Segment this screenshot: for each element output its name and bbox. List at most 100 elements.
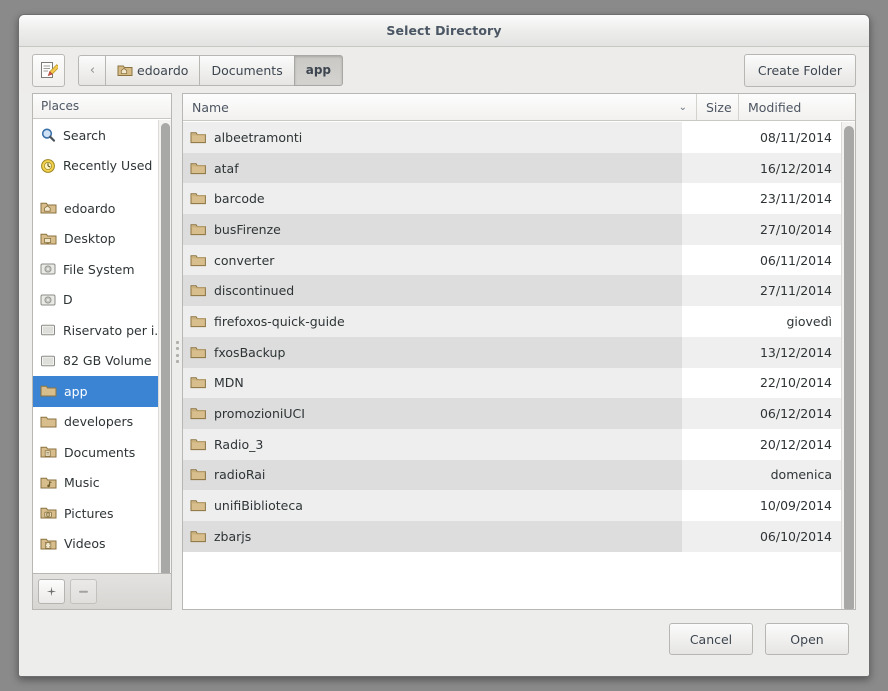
cell-name: Radio_3 bbox=[183, 429, 682, 460]
pictures-folder-icon bbox=[40, 505, 57, 521]
table-row[interactable]: Radio_320/12/2014 bbox=[183, 429, 841, 460]
table-row[interactable]: unifiBiblioteca10/09/2014 bbox=[183, 490, 841, 521]
sidebar-item-pictures[interactable]: Pictures bbox=[33, 498, 171, 529]
sidebar-item-label: Videos bbox=[64, 536, 106, 551]
cell-size bbox=[682, 398, 724, 429]
sidebar-item-edoardo[interactable]: edoardo bbox=[33, 193, 171, 224]
file-name-label: MDN bbox=[214, 375, 244, 390]
cell-size bbox=[682, 337, 724, 368]
places-header-label: Places bbox=[41, 99, 79, 113]
type-filename-button[interactable] bbox=[32, 54, 65, 87]
page-title: Select Directory bbox=[386, 23, 501, 38]
dialog-footer: Cancel Open bbox=[19, 610, 869, 676]
table-row[interactable]: promozioniUCI06/12/2014 bbox=[183, 398, 841, 429]
sidebar-item-label: edoardo bbox=[64, 201, 115, 216]
sidebar-item-recently-used[interactable]: Recently Used bbox=[33, 151, 171, 182]
places-scrollbar-thumb[interactable] bbox=[161, 123, 170, 574]
sidebar-item-file-system[interactable]: File System bbox=[33, 254, 171, 285]
sidebar-item-desktop[interactable]: Desktop bbox=[33, 224, 171, 255]
table-row[interactable]: fxosBackup13/12/2014 bbox=[183, 337, 841, 368]
file-list-rows[interactable]: albeetramonti08/11/2014ataf16/12/2014bar… bbox=[183, 122, 841, 609]
file-name-label: Radio_3 bbox=[214, 437, 263, 452]
file-folder-icon bbox=[190, 437, 207, 452]
cancel-label: Cancel bbox=[690, 632, 732, 647]
sidebar-item-label: Documents bbox=[64, 445, 135, 460]
cell-modified: 27/10/2014 bbox=[724, 214, 841, 245]
create-folder-button[interactable]: Create Folder bbox=[744, 54, 856, 87]
table-row[interactable]: converter 06/11/2014 bbox=[183, 245, 841, 276]
path-back-button[interactable]: ‹ bbox=[78, 55, 106, 86]
cell-name: converter bbox=[183, 245, 682, 276]
cancel-button[interactable]: Cancel bbox=[669, 623, 753, 655]
breadcrumb-label: app bbox=[306, 63, 331, 77]
file-folder-icon bbox=[190, 498, 207, 513]
sidebar-item-riservato-per-i[interactable]: Riservato per i... bbox=[33, 315, 171, 346]
documents-folder-icon bbox=[40, 444, 57, 460]
cell-modified: 06/11/2014 bbox=[724, 245, 841, 276]
cell-modified: 08/11/2014 bbox=[724, 122, 841, 153]
table-row[interactable]: MDN22/10/2014 bbox=[183, 368, 841, 399]
path-toolbar: ‹ edoardo Documents app Create Folder bbox=[19, 47, 869, 93]
cell-name: discontinued bbox=[183, 275, 682, 306]
volume-icon bbox=[40, 353, 56, 369]
column-header-size-label: Size bbox=[706, 100, 732, 115]
chevron-down-icon: ⌄ bbox=[679, 102, 687, 113]
sidebar-item-label: Pictures bbox=[64, 506, 114, 521]
cell-name: barcode bbox=[183, 183, 682, 214]
sidebar-item-music[interactable]: Music bbox=[33, 468, 171, 499]
table-row[interactable]: busFirenze27/10/2014 bbox=[183, 214, 841, 245]
cell-size bbox=[682, 245, 724, 276]
breadcrumb-documents[interactable]: Documents bbox=[199, 55, 294, 86]
cell-name: promozioniUCI bbox=[183, 398, 682, 429]
drive-icon bbox=[40, 261, 56, 277]
cell-modified: giovedì bbox=[724, 306, 841, 337]
remove-bookmark-button[interactable] bbox=[70, 579, 97, 604]
places-list[interactable]: SearchRecently Used edoardo Desktop File Sy… bbox=[33, 120, 171, 573]
minus-icon bbox=[77, 585, 90, 598]
cell-name: MDN bbox=[183, 368, 682, 399]
cell-modified: 27/11/2014 bbox=[724, 275, 841, 306]
sidebar-item-app[interactable]: app bbox=[33, 376, 171, 407]
table-row[interactable]: barcode23/11/2014 bbox=[183, 183, 841, 214]
sidebar-item-label: Desktop bbox=[64, 231, 116, 246]
column-header-name-label: Name bbox=[192, 100, 229, 115]
file-folder-icon bbox=[190, 375, 207, 390]
table-row[interactable]: firefoxos-quick-guidegiovedì bbox=[183, 306, 841, 337]
cell-size bbox=[682, 460, 724, 491]
breadcrumb-app[interactable]: app bbox=[294, 55, 343, 86]
column-header-name[interactable]: Name ⌄ bbox=[183, 94, 696, 120]
sidebar-item-documents[interactable]: Documents bbox=[33, 437, 171, 468]
table-row[interactable]: discontinued 27/11/2014 bbox=[183, 275, 841, 306]
column-header-modified[interactable]: Modified bbox=[738, 94, 855, 120]
file-folder-icon bbox=[190, 161, 207, 176]
table-row[interactable]: zbarjs06/10/2014 bbox=[183, 521, 841, 552]
sidebar-item-82-gb-volume[interactable]: 82 GB Volume bbox=[33, 346, 171, 377]
file-folder-icon bbox=[190, 406, 207, 421]
plus-icon bbox=[45, 585, 58, 598]
cell-modified: 10/09/2014 bbox=[724, 490, 841, 521]
home-folder-icon bbox=[40, 200, 57, 216]
table-row[interactable]: radioRaidomenica bbox=[183, 460, 841, 491]
file-name-label: radioRai bbox=[214, 467, 265, 482]
cell-name: zbarjs bbox=[183, 521, 682, 552]
table-row[interactable]: albeetramonti08/11/2014 bbox=[183, 122, 841, 153]
sidebar-item-developers[interactable]: developers bbox=[33, 407, 171, 438]
sidebar-item-videos[interactable]: Videos bbox=[33, 529, 171, 560]
open-button[interactable]: Open bbox=[765, 623, 849, 655]
places-separator bbox=[33, 181, 171, 193]
column-header-size[interactable]: Size bbox=[696, 94, 738, 120]
sidebar-item-search[interactable]: Search bbox=[33, 120, 171, 151]
add-bookmark-button[interactable] bbox=[38, 579, 65, 604]
table-row[interactable]: ataf16/12/2014 bbox=[183, 153, 841, 184]
sidebar-item-d[interactable]: D bbox=[33, 285, 171, 316]
sidebar-item-label: 82 GB Volume bbox=[63, 353, 152, 368]
chevron-left-icon: ‹ bbox=[90, 63, 95, 78]
pane-splitter[interactable] bbox=[172, 93, 182, 610]
sidebar-item-label: developers bbox=[64, 414, 133, 429]
file-list-scrollbar[interactable] bbox=[841, 122, 855, 609]
breadcrumb-edoardo[interactable]: edoardo bbox=[105, 55, 200, 86]
breadcrumb-label: Documents bbox=[211, 63, 282, 78]
file-list-scrollbar-thumb[interactable] bbox=[844, 126, 854, 610]
places-scrollbar[interactable] bbox=[158, 120, 171, 573]
file-name-label: converter bbox=[214, 253, 274, 268]
